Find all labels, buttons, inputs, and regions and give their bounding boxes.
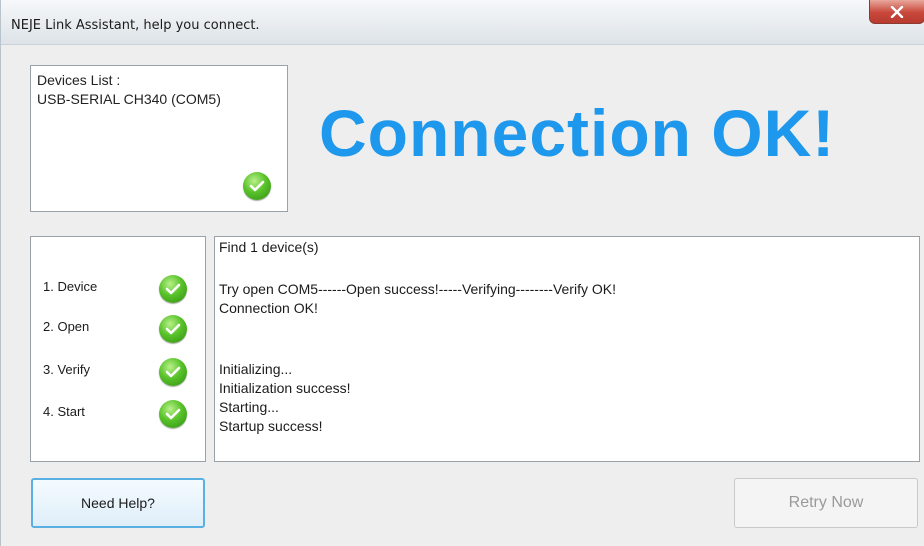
log-line: Find 1 device(s) <box>219 239 319 255</box>
devices-list-panel: Devices List : USB-SERIAL CH340 (COM5) <box>30 65 288 212</box>
step-open-label: 2. Open <box>43 319 90 334</box>
log-line: Initializing... <box>219 361 293 377</box>
retry-now-button[interactable]: Retry Now <box>734 478 918 528</box>
log-line: Initialization success! <box>219 380 351 396</box>
step-start-label: 4. Start <box>43 404 85 419</box>
step-verify-label: 3. Verify <box>43 362 90 377</box>
devices-list-label: Devices List : <box>37 72 121 88</box>
need-help-button[interactable]: Need Help? <box>31 478 205 528</box>
log-line: Startup success! <box>219 418 323 434</box>
log-line: Connection OK! <box>219 300 318 316</box>
window-title: NEJE Link Assistant, help you connect. <box>11 18 260 33</box>
check-icon <box>159 275 187 303</box>
close-icon <box>890 5 904 18</box>
step-device-label: 1. Device <box>43 279 98 294</box>
log-line: Try open COM5------Open success!-----Ver… <box>219 281 616 297</box>
check-icon <box>159 315 187 343</box>
connection-status-headline: Connection OK! <box>319 96 836 170</box>
title-bar: NEJE Link Assistant, help you connect. <box>1 0 924 45</box>
device-item[interactable]: USB-SERIAL CH340 (COM5) <box>37 91 221 107</box>
check-icon <box>243 172 271 200</box>
steps-panel: 1. Device 2. Open 3. Verify 4. Start <box>30 236 206 462</box>
close-button[interactable] <box>869 0 924 24</box>
log-panel[interactable]: Find 1 device(s) Try open COM5------Open… <box>214 236 920 462</box>
check-icon <box>159 358 187 386</box>
check-icon <box>159 400 187 428</box>
app-window: NEJE Link Assistant, help you connect. D… <box>0 0 924 546</box>
log-line: Starting... <box>219 399 279 415</box>
